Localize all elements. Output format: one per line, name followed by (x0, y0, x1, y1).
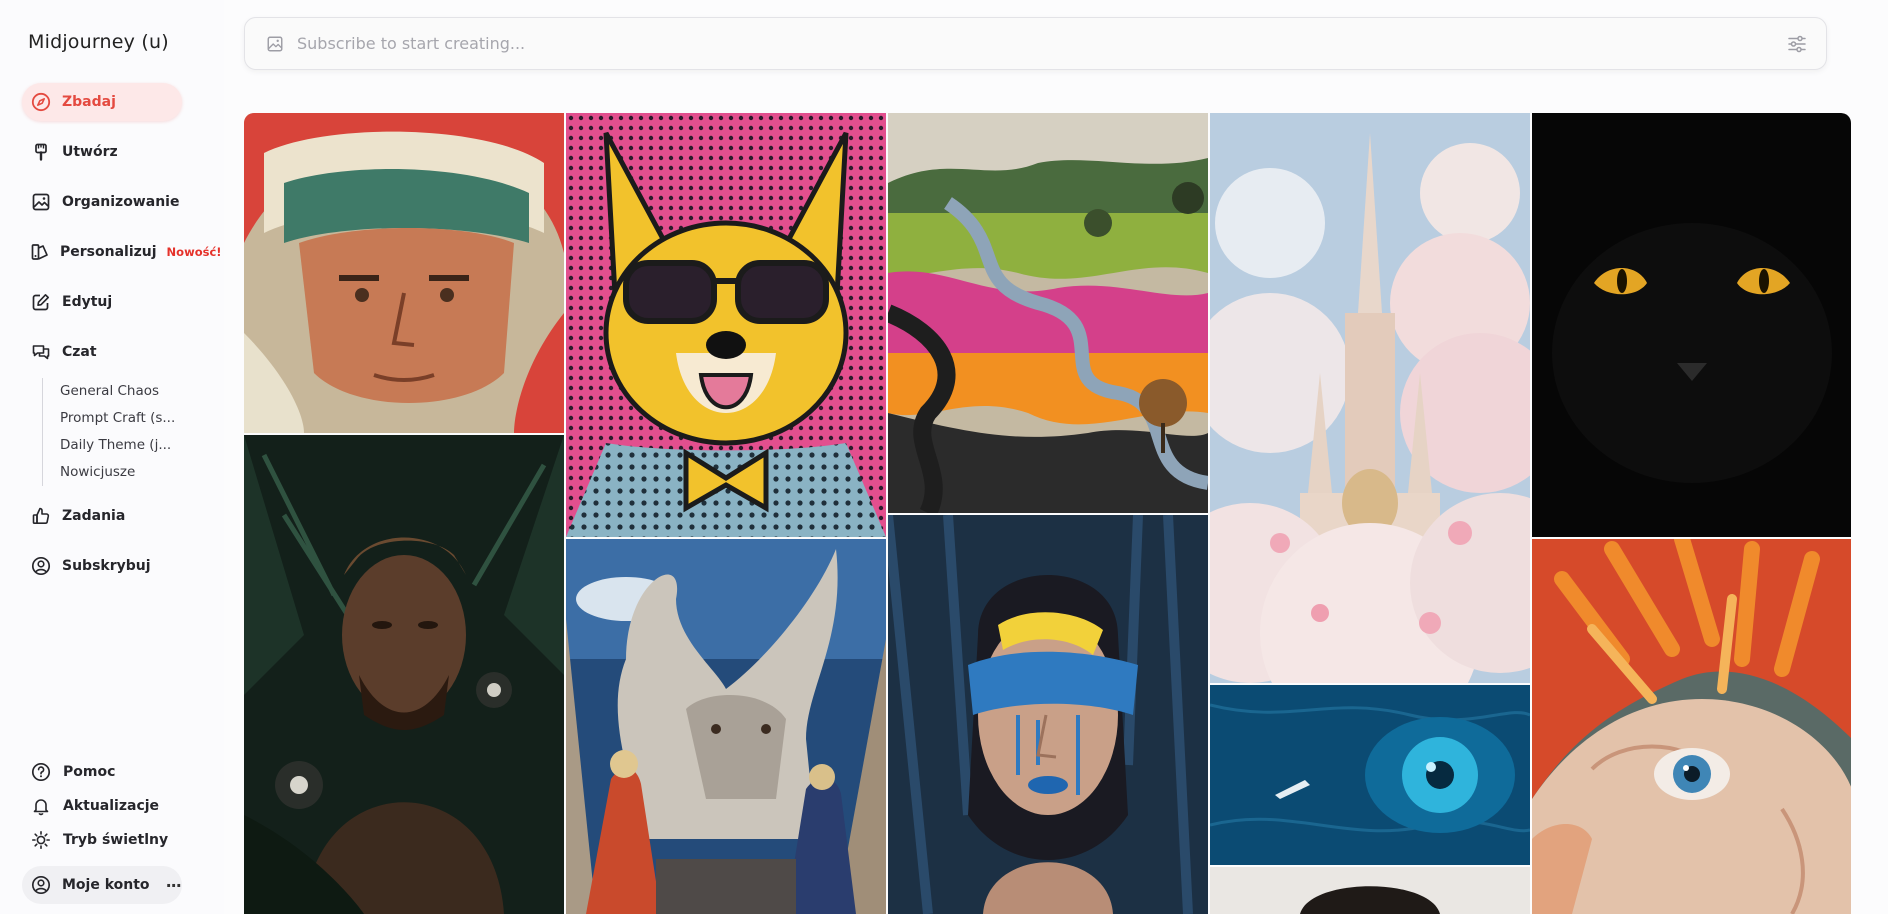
sun-icon (30, 829, 52, 851)
theme-label: Tryb świetlny (63, 832, 169, 848)
help-icon (30, 761, 52, 783)
updates-link[interactable]: Aktualizacje (22, 791, 159, 821)
image-icon (30, 191, 52, 213)
gallery-image-bull-warrior[interactable] (566, 539, 886, 914)
bell-icon (30, 795, 52, 817)
nav-item-explore[interactable]: Zbadaj (22, 83, 182, 121)
gallery-image-ocean-eye[interactable] (1210, 685, 1530, 865)
nav-item-subscribe[interactable]: Subskrybuj (22, 547, 182, 585)
gallery-image-cloud-castle[interactable] (1210, 113, 1530, 683)
chat-icon (30, 341, 52, 363)
gallery-image-black-cat[interactable] (1532, 113, 1851, 537)
compass-icon (30, 91, 52, 113)
gallery-image-feather-face[interactable] (1532, 539, 1851, 914)
chat-room-item[interactable]: Prompt Craft (s... (60, 405, 175, 432)
edit-icon (30, 291, 52, 313)
help-label: Pomoc (63, 764, 116, 780)
chat-room-item[interactable]: General Chaos (60, 378, 175, 405)
nav-item-organize[interactable]: Organizowanie (22, 183, 182, 221)
nav-label: Czat (62, 344, 97, 360)
nav-item-edit[interactable]: Edytuj (22, 283, 182, 321)
image-upload-icon[interactable] (265, 34, 285, 54)
nav-label: Utwórz (62, 144, 118, 160)
theme-toggle[interactable]: Tryb świetlny (22, 825, 168, 855)
new-badge: Nowość! (166, 245, 222, 259)
settings-sliders-icon[interactable] (1786, 33, 1808, 55)
sidebar: Midjourney (u) Zbadaj Utwórz Organizowan… (0, 0, 224, 914)
nav-item-create[interactable]: Utwórz (22, 133, 182, 171)
nav-label: Organizowanie (62, 194, 180, 210)
more-options-icon[interactable]: ··· (166, 876, 182, 895)
chat-room-item[interactable]: Nowicjusze (60, 459, 175, 486)
help-link[interactable]: Pomoc (22, 757, 115, 787)
nav-label: Personalizuj (60, 244, 157, 260)
nav-item-tasks[interactable]: Zadania (22, 497, 182, 535)
gallery-image-jungle-portrait[interactable] (244, 435, 564, 914)
gallery-image-hair-portrait[interactable] (1210, 867, 1530, 914)
nav-item-personalize[interactable]: Personalizuj Nowość! (22, 233, 222, 271)
nav-item-chat[interactable]: Czat (22, 333, 182, 371)
nav-label: Subskrybuj (62, 558, 151, 574)
gallery-image-patchwork-landscape[interactable] (888, 113, 1208, 513)
gallery-image-blindfold-portrait[interactable] (888, 515, 1208, 914)
account-icon (30, 874, 52, 896)
gallery-image-racer[interactable] (244, 113, 564, 433)
palette-icon (30, 241, 50, 263)
account-button[interactable]: Moje konto ··· (22, 866, 182, 904)
brush-icon (30, 141, 52, 163)
nav-label: Zbadaj (62, 94, 116, 110)
prompt-bar (244, 17, 1827, 70)
prompt-input[interactable] (297, 34, 1697, 53)
nav-label: Zadania (62, 508, 126, 524)
account-label: Moje konto (62, 877, 150, 893)
chat-room-item[interactable]: Daily Theme (j... (60, 432, 175, 459)
nav-label: Edytuj (62, 294, 113, 310)
chat-room-list: General Chaos Prompt Craft (s... Daily T… (42, 378, 175, 486)
thumbs-up-icon (30, 505, 52, 527)
gallery-image-corgi[interactable] (566, 113, 886, 537)
app-title: Midjourney (u) (28, 31, 169, 53)
image-gallery (244, 113, 1851, 914)
user-circle-icon (30, 555, 52, 577)
updates-label: Aktualizacje (63, 798, 160, 814)
